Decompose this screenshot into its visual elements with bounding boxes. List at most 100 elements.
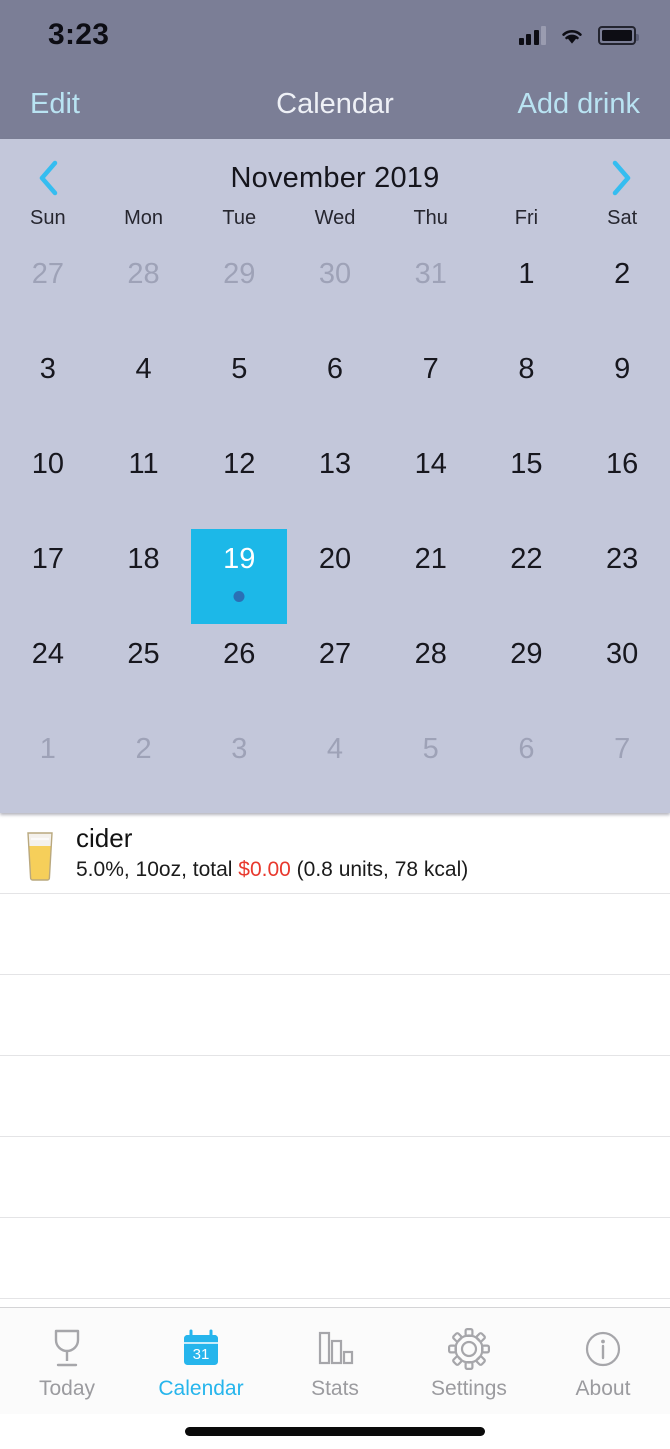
drink-price: $0.00 — [238, 857, 291, 881]
calendar-day-label: 18 — [127, 543, 160, 575]
calendar-day-label: 19 — [223, 543, 256, 575]
drink-name: cider — [76, 823, 133, 854]
tab-calendar[interactable]: 31 Calendar — [134, 1308, 268, 1414]
calendar-day[interactable]: 29 — [479, 624, 575, 719]
calendar-31-icon: 31 — [184, 1329, 218, 1365]
drink-list-empty-row — [0, 894, 670, 975]
calendar-day[interactable]: 29 — [191, 244, 287, 339]
drink-detail: 5.0%, 10oz, total $0.00 (0.8 units, 78 k… — [76, 858, 468, 882]
wine-glass-icon-wrap — [47, 1327, 87, 1371]
calendar-day[interactable]: 7 — [574, 719, 670, 814]
calendar-day[interactable]: 3 — [0, 339, 96, 434]
calendar-day-label: 2 — [614, 258, 631, 290]
weekday-header-row: Sun Mon Tue Wed Thu Fri Sat — [0, 203, 670, 230]
calendar-day[interactable]: 27 — [287, 624, 383, 719]
calendar-day[interactable]: 27 — [0, 244, 96, 339]
chevron-left-icon — [39, 160, 58, 196]
calendar-day[interactable]: 9 — [574, 339, 670, 434]
calendar-day-label: 15 — [510, 448, 543, 480]
calendar-day[interactable]: 11 — [96, 434, 192, 529]
calendar-day[interactable]: 28 — [383, 624, 479, 719]
calendar-day-label: 7 — [614, 733, 631, 765]
calendar-day-label: 26 — [223, 638, 256, 670]
calendar-day[interactable]: 5 — [191, 339, 287, 434]
calendar-day[interactable]: 4 — [96, 339, 192, 434]
calendar-day[interactable]: 7 — [383, 339, 479, 434]
calendar-day[interactable]: 5 — [383, 719, 479, 814]
calendar-day[interactable]: 26 — [191, 624, 287, 719]
calendar-day-label: 30 — [318, 258, 352, 290]
calendar-days-grid: 27 28 29 30 31 1 2 3 4 5 6 7 8 9 10 11 12 13 14 15 16 17 18 19 2… — [0, 244, 670, 814]
calendar-day-label: 30 — [606, 638, 639, 670]
calendar-day[interactable]: 13 — [287, 434, 383, 529]
chevron-right-icon — [612, 160, 631, 196]
calendar-day-label: 4 — [326, 733, 344, 765]
calendar-day[interactable]: 23 — [574, 529, 670, 624]
tab-about[interactable]: About — [536, 1308, 670, 1414]
calendar-day-selected[interactable]: 19 — [191, 529, 288, 624]
calendar-day[interactable]: 14 — [383, 434, 479, 529]
calendar-day-label: 5 — [422, 733, 439, 765]
calendar-day[interactable]: 4 — [287, 719, 383, 814]
calendar-day-label: 29 — [223, 258, 256, 290]
calendar-day-label: 6 — [518, 733, 535, 765]
calendar-day[interactable]: 22 — [479, 529, 575, 624]
calendar-day[interactable]: 1 — [0, 719, 96, 814]
beer-glass-icon — [27, 832, 53, 881]
calendar-day-label: 3 — [39, 353, 56, 385]
calendar-day[interactable]: 31 — [383, 244, 479, 339]
drink-detail-suffix: (0.8 units, 78 kcal) — [290, 857, 469, 881]
calendar-day[interactable]: 24 — [0, 624, 96, 719]
svg-text:31: 31 — [193, 1346, 210, 1363]
calendar-day[interactable]: 6 — [479, 719, 575, 814]
calendar-day-label: 21 — [414, 543, 447, 575]
calendar-day-label: 9 — [614, 353, 631, 385]
weekday-label-tue: Tue — [222, 207, 257, 229]
home-indicator[interactable] — [185, 1427, 485, 1436]
day-event-dot — [233, 591, 245, 602]
calendar-day-label: 6 — [326, 353, 344, 385]
calendar-day-label: 2 — [135, 733, 152, 765]
calendar-day[interactable]: 30 — [287, 244, 383, 339]
calendar-day[interactable]: 21 — [383, 529, 479, 624]
calendar-day-label: 5 — [231, 353, 248, 385]
tab-stats[interactable]: Stats — [268, 1308, 402, 1414]
tab-today[interactable]: Today — [0, 1308, 134, 1414]
calendar-day[interactable]: 17 — [0, 529, 96, 624]
calendar-day-label: 3 — [231, 733, 248, 765]
wine-glass-icon — [54, 1329, 80, 1367]
weekday-label-fri: Fri — [514, 207, 539, 229]
calendar-day[interactable]: 20 — [287, 529, 383, 624]
gear-icon — [447, 1327, 490, 1371]
next-month-button[interactable] — [602, 158, 642, 198]
drink-list-item[interactable]: cider 5.0%, 10oz, total $0.00 (0.8 units,… — [0, 813, 670, 894]
calendar-day-label: 22 — [510, 543, 543, 575]
drink-list: cider 5.0%, 10oz, total $0.00 (0.8 units,… — [0, 813, 670, 1307]
edit-button[interactable]: Edit — [30, 88, 80, 121]
calendar-day[interactable]: 8 — [479, 339, 575, 434]
calendar-day-label: 23 — [606, 543, 639, 575]
tab-settings[interactable]: Settings — [402, 1308, 536, 1414]
calendar-day[interactable]: 28 — [96, 244, 192, 339]
month-header: November 2019 — [0, 147, 670, 203]
calendar-day[interactable]: 12 — [191, 434, 287, 529]
calendar-day[interactable]: 6 — [287, 339, 383, 434]
info-circle-icon — [585, 1331, 621, 1367]
add-drink-button[interactable]: Add drink — [517, 88, 640, 121]
calendar-day[interactable]: 25 — [96, 624, 192, 719]
calendar-day[interactable]: 3 — [191, 719, 287, 814]
calendar-day[interactable]: 16 — [574, 434, 670, 529]
app-root: 3:23 Edit Calendar Add drink November 20… — [0, 0, 670, 1449]
calendar-day[interactable]: 10 — [0, 434, 96, 529]
drink-list-empty-row — [0, 975, 670, 1056]
calendar-day[interactable]: 1 — [479, 244, 575, 339]
tab-label: Today — [38, 1377, 96, 1400]
calendar-day[interactable]: 30 — [574, 624, 670, 719]
calendar-day[interactable]: 2 — [574, 244, 670, 339]
calendar-day-label: 1 — [518, 258, 535, 290]
calendar-day-label: 11 — [128, 448, 159, 480]
calendar-day[interactable]: 15 — [479, 434, 575, 529]
calendar-day[interactable]: 18 — [96, 529, 192, 624]
calendar-day[interactable]: 2 — [96, 719, 192, 814]
previous-month-button[interactable] — [28, 158, 68, 198]
